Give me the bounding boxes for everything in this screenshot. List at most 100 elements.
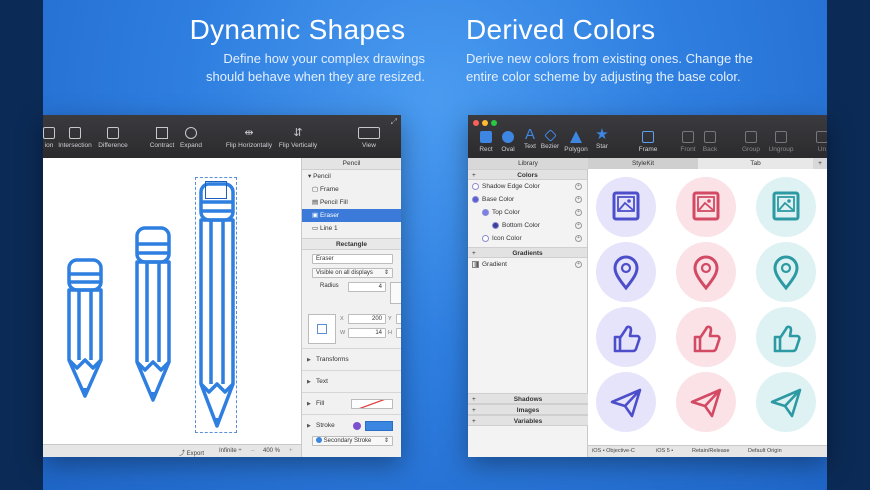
rectangle-section-title: Rectangle bbox=[302, 238, 401, 250]
toolbar-intersection[interactable]: Intersection bbox=[55, 127, 95, 149]
color-item[interactable]: Top Color + bbox=[468, 206, 587, 219]
pencil-medium[interactable] bbox=[133, 224, 173, 408]
toolbar-frame[interactable]: Frame bbox=[636, 131, 660, 153]
color-item[interactable]: Icon Color + bbox=[468, 232, 587, 245]
tree-item-pencil-fill[interactable]: ▤ Pencil Fill bbox=[302, 196, 401, 209]
location-pin-icon[interactable] bbox=[756, 242, 816, 302]
resizing-constraints-widget[interactable] bbox=[308, 314, 336, 344]
toolbar-polygon[interactable]: Polygon bbox=[562, 131, 590, 153]
toolbar-difference[interactable]: Difference bbox=[95, 127, 131, 149]
toolbar-front[interactable]: Front bbox=[678, 131, 698, 153]
icon-canvas[interactable] bbox=[588, 169, 827, 447]
stroke-style-select[interactable]: Secondary Stroke ⇕ bbox=[312, 436, 393, 446]
add-derived-color-icon[interactable]: + bbox=[575, 235, 582, 242]
image-icon[interactable] bbox=[596, 177, 656, 237]
toolbar-star[interactable]: ★ Star bbox=[592, 127, 612, 150]
toolbar-view[interactable]: View bbox=[355, 127, 383, 149]
close-button[interactable] bbox=[473, 120, 479, 126]
color-item[interactable]: Base Color + bbox=[468, 193, 587, 206]
toolbar-flip-vertically[interactable]: ⇵ Flip Vertically bbox=[277, 127, 319, 149]
radius-field[interactable]: 4 bbox=[348, 282, 386, 292]
minimize-button[interactable] bbox=[482, 120, 488, 126]
color-swatch bbox=[482, 209, 489, 216]
toolbar-group[interactable]: Group bbox=[740, 131, 762, 153]
fill-section[interactable]: Fill bbox=[302, 392, 401, 415]
add-derived-color-icon[interactable]: + bbox=[575, 209, 582, 216]
platform-select[interactable]: iOS • Objective-C bbox=[592, 448, 635, 454]
x-field[interactable]: 200 bbox=[348, 314, 386, 324]
thumbs-up-icon[interactable] bbox=[756, 307, 816, 367]
export-button[interactable]: ⤴ Export bbox=[179, 448, 204, 457]
image-icon[interactable] bbox=[676, 177, 736, 237]
toolbar-oval[interactable]: Oval bbox=[498, 131, 518, 153]
tree-item-line[interactable]: ▭ Line 1 bbox=[302, 222, 401, 235]
eraser-selection bbox=[205, 181, 227, 199]
add-derived-color-icon[interactable]: + bbox=[575, 196, 582, 203]
drawing-canvas[interactable]: ⤴ Export Infinite ÷ – 400 % + bbox=[43, 158, 301, 457]
memory-select[interactable]: Retain/Release bbox=[692, 448, 730, 454]
infinite-select[interactable]: Infinite ÷ bbox=[219, 448, 242, 454]
paper-plane-icon[interactable] bbox=[756, 372, 816, 432]
toolbar-back[interactable]: Back bbox=[700, 131, 720, 153]
stroke-remove-icon[interactable] bbox=[353, 422, 361, 430]
add-derived-color-icon[interactable]: + bbox=[575, 222, 582, 229]
zoom-button[interactable] bbox=[491, 120, 497, 126]
toolbar-unite[interactable]: Un bbox=[812, 131, 827, 153]
color-label: Shadow Edge Color bbox=[482, 183, 540, 190]
toolbar-contract[interactable]: Contract bbox=[147, 127, 177, 149]
corner-picker[interactable] bbox=[390, 282, 401, 304]
tree-item-frame[interactable]: ▢ Frame bbox=[302, 183, 401, 196]
tab-tab[interactable]: Tab bbox=[698, 158, 813, 169]
zoom-out-button[interactable]: – bbox=[251, 448, 254, 454]
fill-color-well[interactable] bbox=[351, 399, 393, 409]
star-icon: ★ bbox=[595, 126, 609, 143]
images-section[interactable]: Images bbox=[468, 404, 588, 416]
location-pin-icon[interactable] bbox=[596, 242, 656, 302]
fullscreen-icon[interactable]: ⤢ bbox=[391, 117, 397, 127]
tab-stylekit[interactable]: StyleKit bbox=[588, 158, 698, 169]
origin-select[interactable]: Default Origin bbox=[748, 448, 782, 454]
tree-item-eraser[interactable]: ▣ Eraser bbox=[302, 209, 401, 222]
h-label: H bbox=[388, 330, 392, 336]
variables-section[interactable]: Variables bbox=[468, 415, 588, 427]
toolbar-bezier[interactable]: Bezier bbox=[540, 129, 560, 150]
y-field[interactable]: 29 bbox=[396, 314, 401, 324]
shadows-section[interactable]: Shadows bbox=[468, 393, 588, 405]
name-field[interactable]: Eraser bbox=[312, 254, 393, 264]
location-pin-icon[interactable] bbox=[676, 242, 736, 302]
stroke-color-well[interactable] bbox=[365, 421, 393, 431]
heading-desc-2: entire color scheme by adjusting the bas… bbox=[466, 69, 741, 84]
color-item[interactable]: Shadow Edge Color + bbox=[468, 180, 587, 193]
add-tab-button[interactable]: + bbox=[813, 158, 827, 169]
visibility-select[interactable]: Visible on all displays ⇕ bbox=[312, 268, 393, 278]
stroke-section[interactable]: Stroke bbox=[302, 414, 401, 437]
tree-item-pencil[interactable]: ▾ Pencil bbox=[302, 170, 401, 183]
w-field[interactable]: 14 bbox=[348, 328, 386, 338]
pencil-large[interactable] bbox=[197, 180, 237, 432]
tab-library[interactable]: Library bbox=[468, 158, 588, 169]
toolbar-ungroup[interactable]: Ungroup bbox=[766, 131, 796, 153]
toolbar-rect[interactable]: Rect bbox=[476, 131, 496, 153]
color-item[interactable]: Bottom Color + bbox=[468, 219, 587, 232]
toolbar-text[interactable]: A Text bbox=[520, 127, 540, 150]
thumbs-up-icon[interactable] bbox=[676, 307, 736, 367]
toolbar-expand[interactable]: Expand bbox=[177, 127, 205, 149]
paper-plane-icon[interactable] bbox=[676, 372, 736, 432]
colors-section[interactable]: Colors bbox=[468, 169, 587, 181]
toolbar: Rect Oval A Text Bezier Polygon ★ Star Fra… bbox=[468, 115, 827, 158]
zoom-in-button[interactable]: + bbox=[289, 448, 293, 454]
add-derived-color-icon[interactable]: + bbox=[575, 183, 582, 190]
text-section[interactable]: Text bbox=[302, 370, 401, 393]
thumbs-up-icon[interactable] bbox=[596, 307, 656, 367]
h-field[interactable]: 12 bbox=[396, 328, 401, 338]
image-icon[interactable] bbox=[756, 177, 816, 237]
ios-version-select[interactable]: iOS 5 • bbox=[656, 448, 673, 454]
heading-desc-1: Derive new colors from existing ones. Ch… bbox=[466, 51, 753, 66]
inspector-panel: Pencil ▾ Pencil ▢ Frame ▤ Pencil Fill ▣ … bbox=[301, 158, 401, 457]
pencil-small[interactable] bbox=[65, 256, 105, 406]
paper-plane-icon[interactable] bbox=[596, 372, 656, 432]
toolbar-flip-horizontally[interactable]: ⇹ Flip Horizontally bbox=[223, 127, 275, 149]
gradients-section[interactable]: Gradients bbox=[468, 247, 587, 259]
transforms-section[interactable]: Transforms bbox=[302, 348, 401, 371]
gradient-item[interactable]: Gradient + bbox=[468, 258, 587, 271]
